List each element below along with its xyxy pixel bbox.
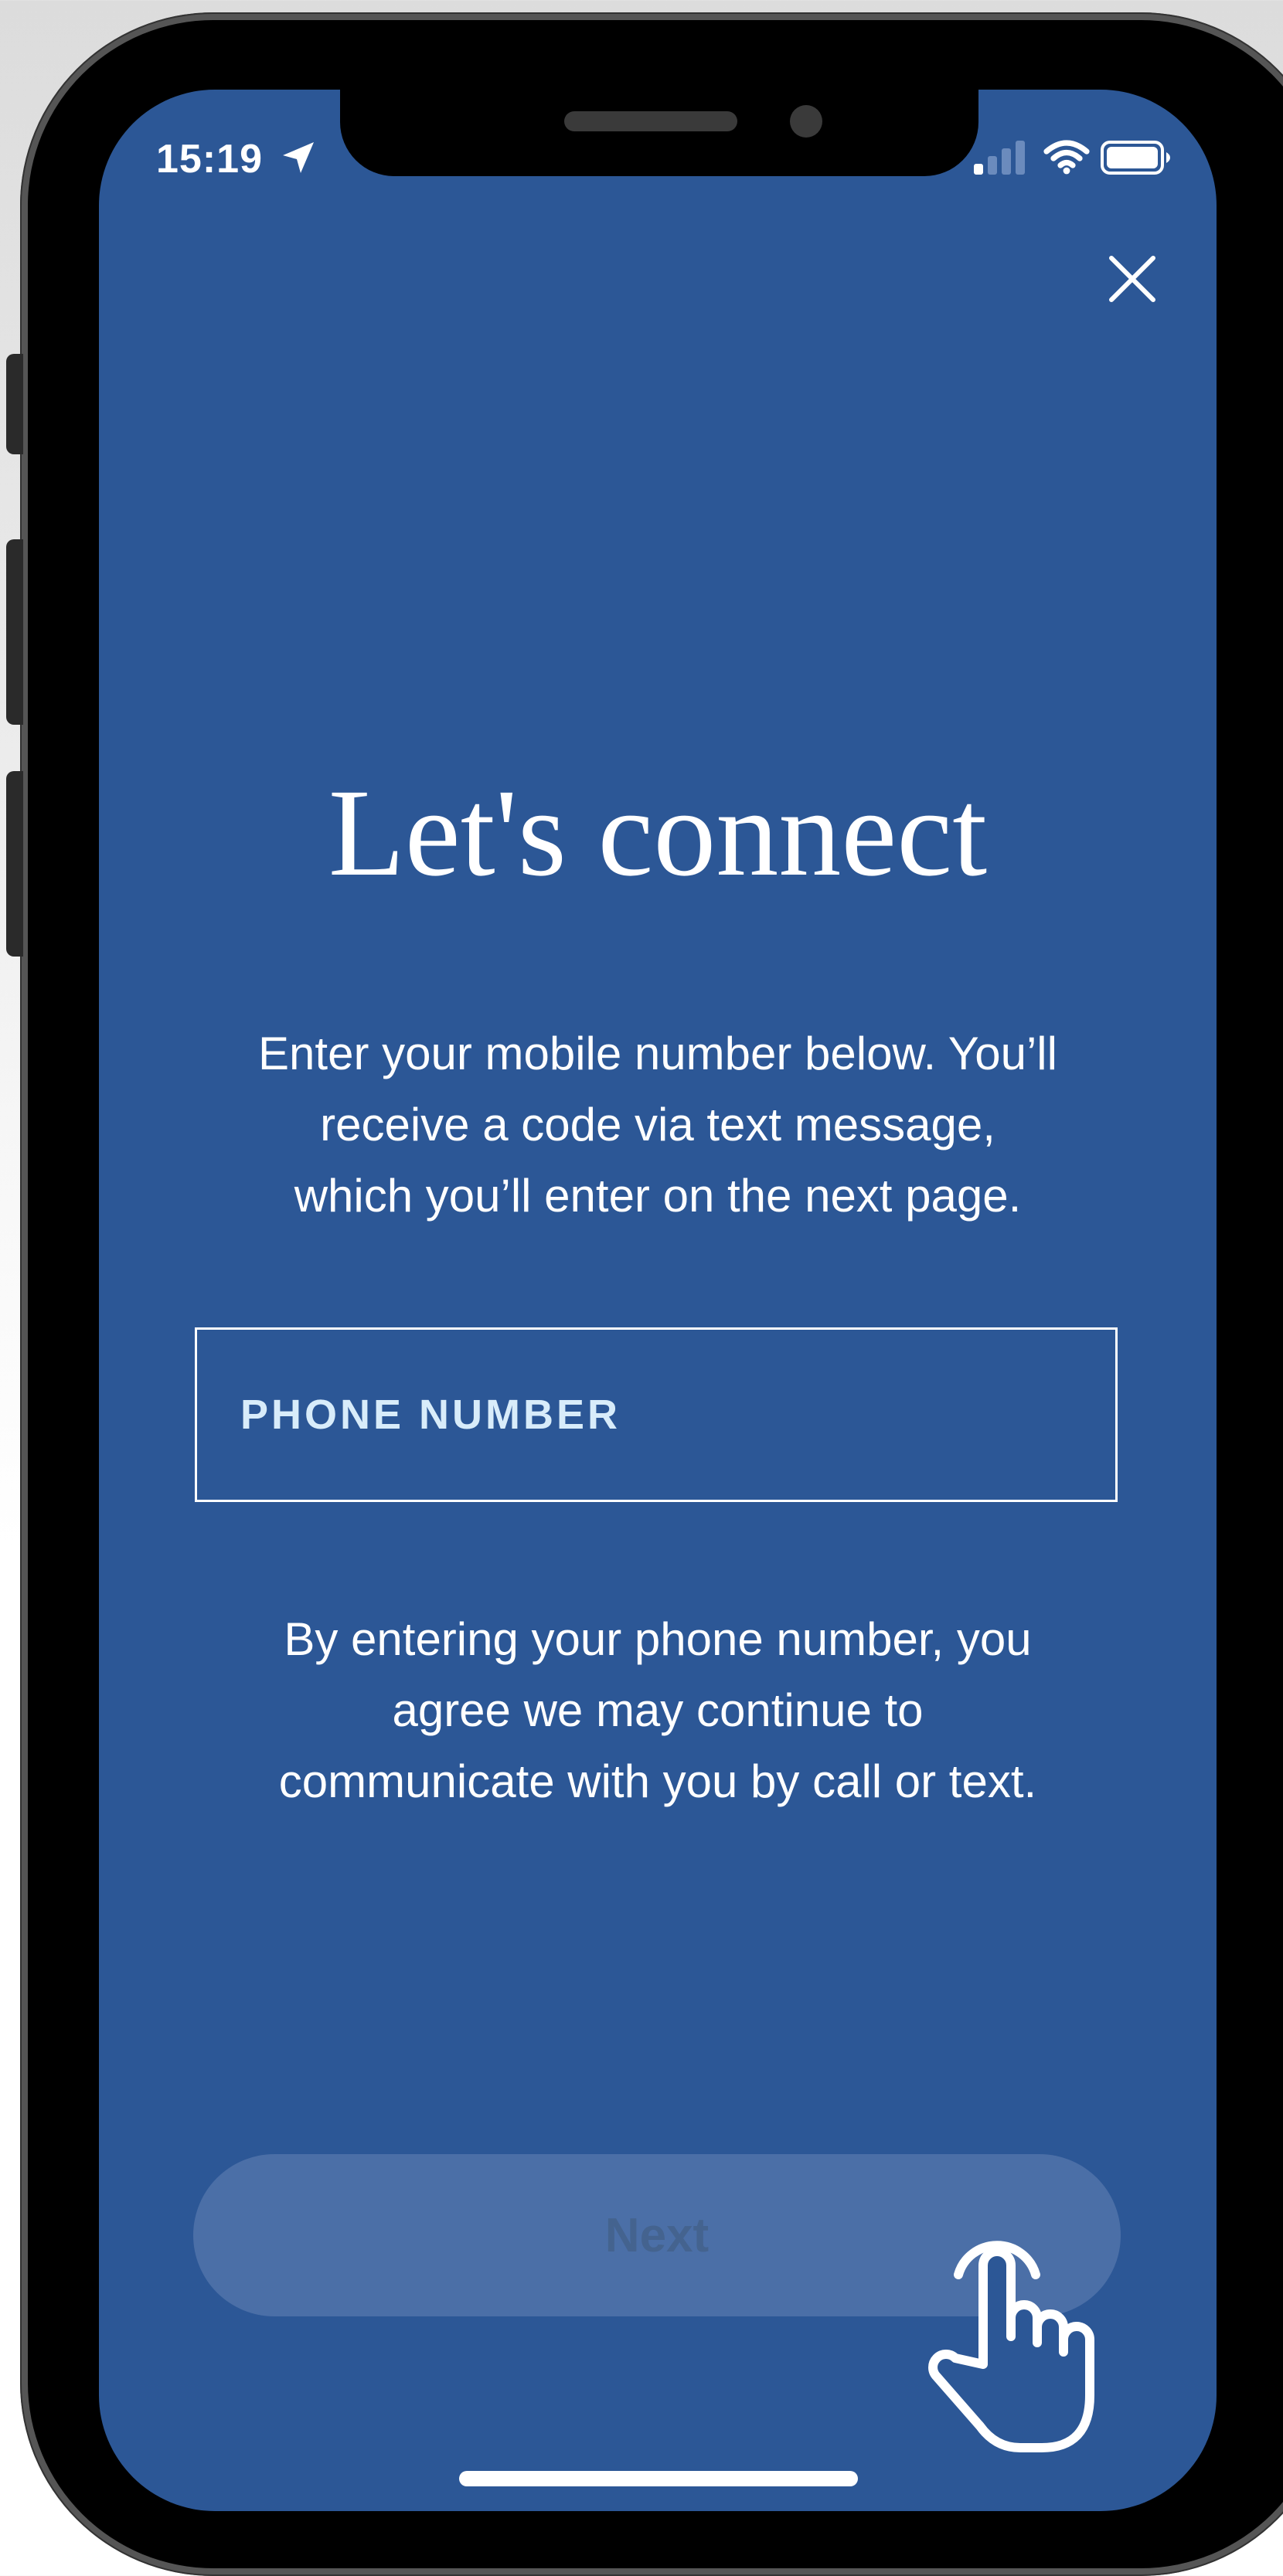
consent-line: agree we may continue to (392, 1684, 924, 1736)
phone-screen (99, 90, 1217, 2511)
volume-up-button (6, 539, 23, 725)
notch (340, 90, 978, 176)
consent-text: By entering your phone number, you agree… (215, 1604, 1101, 1817)
phone-number-field[interactable] (195, 1327, 1118, 1502)
close-button[interactable] (1105, 252, 1159, 306)
front-camera (790, 105, 822, 138)
phone-number-input[interactable] (197, 1330, 1115, 1500)
battery-icon (1101, 141, 1170, 175)
location-arrow-icon (283, 142, 314, 173)
cellular-signal-icon (974, 141, 1025, 175)
intro-line: Enter your mobile number below. You’ll (258, 1028, 1057, 1079)
mute-switch (6, 354, 23, 454)
next-button[interactable]: Next (193, 2154, 1121, 2316)
page-title: Let's connect (328, 764, 988, 902)
intro-line: which you’ll enter on the next page. (294, 1170, 1022, 1222)
consent-line: By entering your phone number, you (284, 1613, 1032, 1665)
consent-line: communicate with you by call or text. (278, 1755, 1037, 1807)
earpiece-speaker (564, 111, 737, 131)
intro-line: receive a code via text message, (320, 1099, 995, 1150)
home-indicator[interactable] (459, 2471, 858, 2486)
wifi-icon (1043, 140, 1090, 175)
status-time: 15:19 (156, 137, 263, 182)
close-icon (1109, 256, 1155, 302)
intro-text: Enter your mobile number below. You’ll r… (215, 1018, 1101, 1232)
volume-down-button (6, 771, 23, 957)
